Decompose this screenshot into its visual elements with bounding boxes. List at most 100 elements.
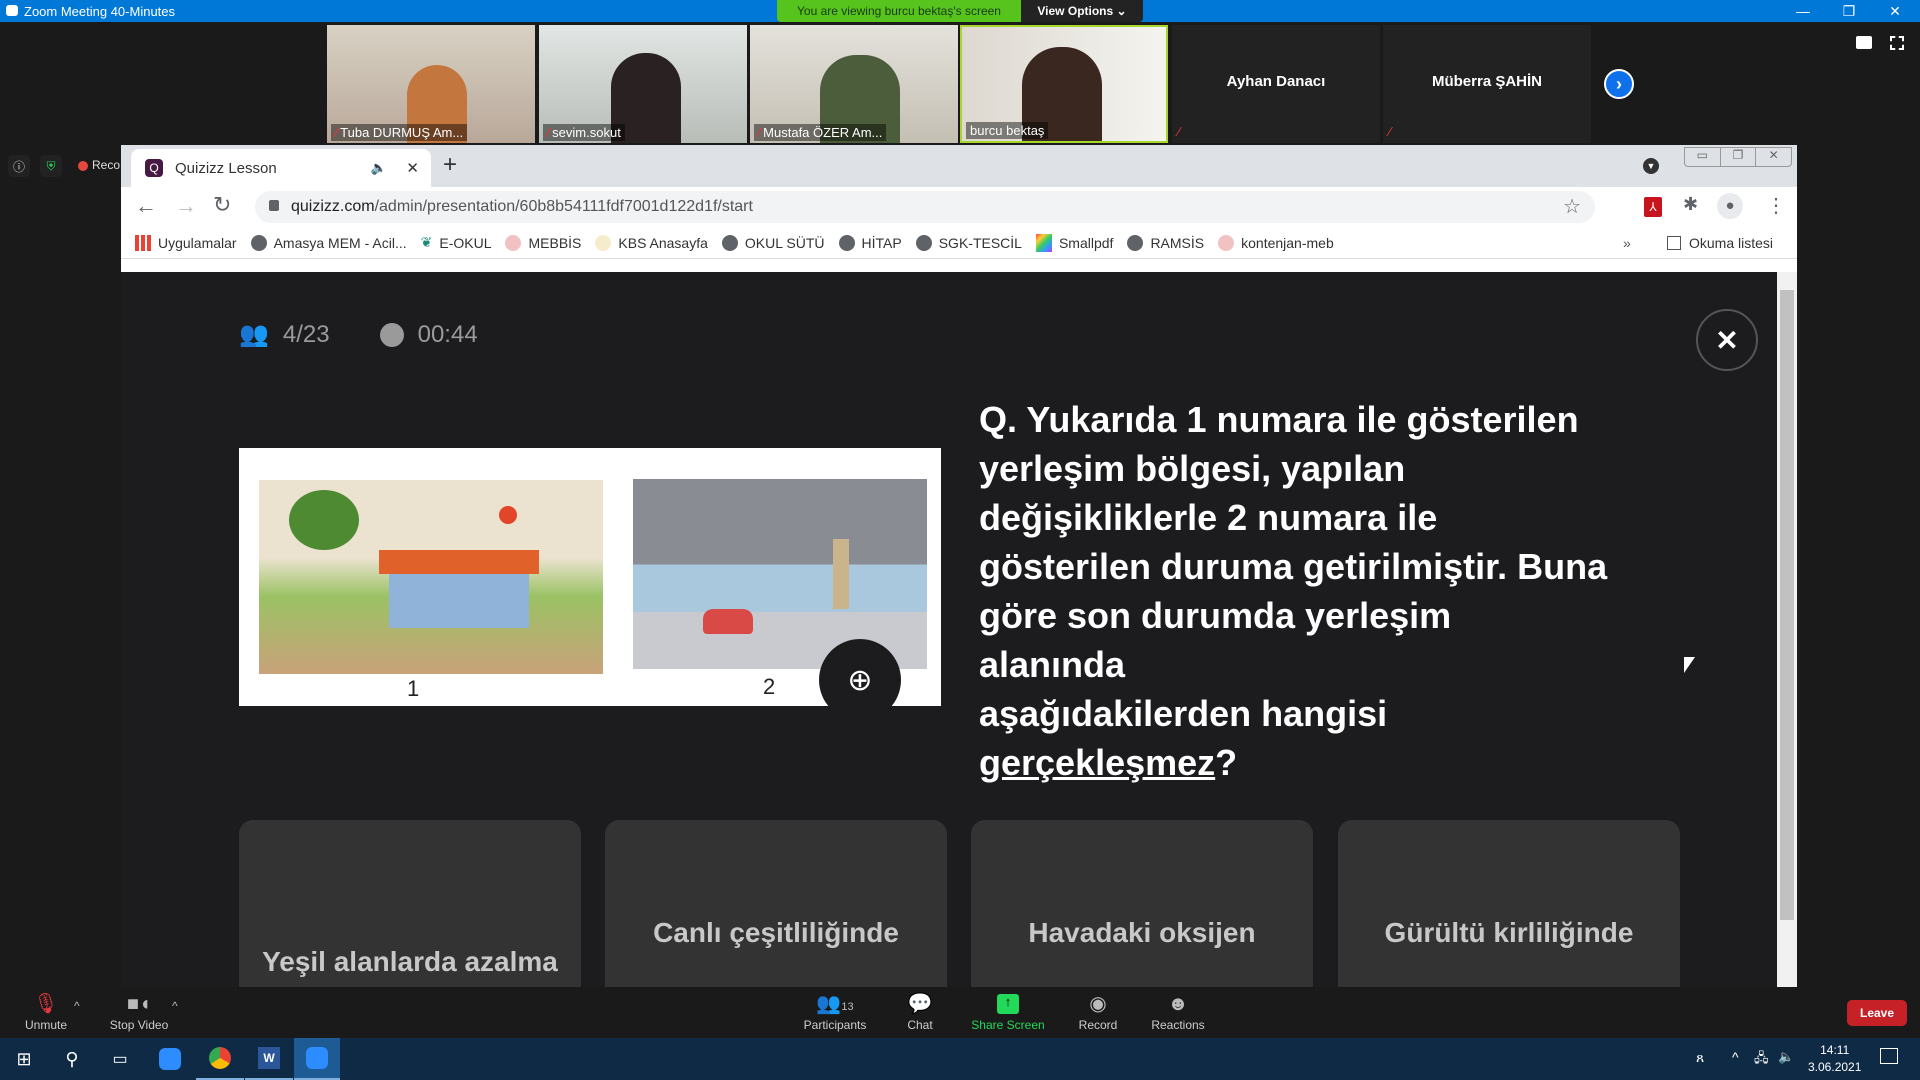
browser-menu-icon[interactable]: ⋮ (1766, 193, 1786, 218)
unmute-button[interactable]: 🎙 Unmute (18, 987, 74, 1038)
bookmark-item[interactable]: KBS Anasayfa (595, 234, 708, 251)
rural-settlement-image (259, 480, 603, 674)
scrollbar-thumb[interactable] (1780, 290, 1794, 920)
bookmark-label: kontenjan-meb (1241, 234, 1334, 251)
tab-audio-icon[interactable]: 🔈 (371, 160, 387, 176)
video-tile[interactable]: ⁄ sevim.sokut (539, 25, 747, 143)
clock-time: 14:11 (1820, 1043, 1850, 1057)
mouse-cursor (1684, 657, 1695, 673)
stop-video-button[interactable]: ■◖ Stop Video (104, 987, 174, 1038)
more-bookmarks-button[interactable]: » (1623, 235, 1631, 251)
reload-button[interactable]: ↻ (213, 192, 231, 218)
search-button[interactable]: ⚲ (48, 1038, 96, 1080)
participant-name: Tuba DURMUŞ Am... (340, 125, 464, 140)
page-scrollbar[interactable] (1777, 272, 1797, 987)
window-title: Zoom Meeting 40-Minutes (24, 4, 176, 19)
stop-video-label: Stop Video (109, 1018, 169, 1032)
bookmark-item[interactable]: SGK-TESCİL (915, 234, 1022, 251)
video-tile[interactable]: ⁄ Tuba DURMUŞ Am... (327, 25, 535, 143)
share-screen-label: Share Screen (971, 1018, 1045, 1032)
task-view-button[interactable]: ▭ (96, 1038, 144, 1080)
fullscreen-icon[interactable] (1890, 36, 1904, 50)
tab-search-icon[interactable]: ▼ (1643, 158, 1659, 174)
network-icon[interactable]: 🖧 (1754, 1049, 1769, 1071)
security-shield-icon[interactable]: ⛨ (40, 155, 62, 177)
people-icon[interactable]: ጸ (1696, 1049, 1704, 1066)
answer-option-3[interactable]: Havadaki oksijen (971, 820, 1313, 987)
globe-icon (1127, 234, 1144, 251)
bookmark-item[interactable]: Smallpdf (1035, 233, 1113, 252)
reactions-smiley-icon: ☻ (1167, 993, 1189, 1015)
tab-quizizz-lesson[interactable]: Q Quizizz Lesson 🔈 ✕ (131, 149, 431, 187)
restore-button[interactable]: ❐ (1826, 0, 1872, 22)
notifications-icon[interactable] (1880, 1048, 1898, 1064)
bookmark-apps[interactable]: Uygulamalar (135, 234, 237, 251)
close-tab-icon[interactable]: ✕ (406, 159, 419, 177)
reading-list-label: Okuma listesi (1689, 234, 1774, 251)
bookmark-item[interactable]: OKUL SÜTÜ (721, 234, 825, 251)
show-hidden-icons-caret[interactable]: ^ (1732, 1049, 1739, 1065)
acrobat-extension-icon[interactable]: ⅄ (1644, 197, 1662, 217)
extensions-puzzle-icon[interactable]: ✱ (1683, 194, 1698, 215)
new-tab-button[interactable]: + (443, 151, 457, 179)
share-screen-button[interactable]: ↑ Share Screen (968, 987, 1048, 1038)
video-tile[interactable]: Müberra ŞAHİN ⁄ (1383, 25, 1591, 143)
quiz-stats: 👥 4/23 00:44 (239, 320, 478, 349)
answer-option-2[interactable]: Canlı çeşitliliğinde (605, 820, 947, 987)
reactions-button[interactable]: ☻ Reactions (1146, 987, 1210, 1038)
taskbar-zoom-app[interactable] (146, 1038, 194, 1080)
taskbar-zoom-meeting[interactable] (294, 1038, 340, 1080)
minimize-button[interactable]: ▭ (1685, 148, 1720, 166)
answer-option-1[interactable]: Yeşil alanlarda azalma (239, 820, 581, 987)
clock[interactable]: 14:11 3.06.2021 (1808, 1042, 1861, 1076)
forward-button[interactable]: → (175, 193, 197, 219)
record-label: Record (1078, 1018, 1118, 1032)
reading-list-button[interactable]: Okuma listesi (1667, 235, 1773, 251)
next-page-button[interactable]: › (1604, 69, 1634, 99)
address-bar[interactable]: quizizz.com/admin/presentation/60b8b5411… (255, 191, 1595, 223)
bookmark-star-icon[interactable]: ☆ (1563, 194, 1581, 219)
bookmark-item[interactable]: HİTAP (838, 234, 902, 251)
start-button[interactable]: ⊞ (0, 1038, 48, 1080)
bookmark-item[interactable]: RAMSİS (1127, 234, 1204, 251)
zoom-app-icon (306, 1047, 328, 1069)
apps-grid-icon (135, 234, 151, 251)
volume-icon[interactable]: 🔈 (1778, 1049, 1794, 1065)
bookmark-label: KBS Anasayfa (618, 234, 708, 251)
bookmark-item[interactable]: Amasya MEM - Acil... (250, 234, 407, 251)
close-window-button[interactable]: ✕ (1872, 0, 1918, 22)
back-button[interactable]: ← (135, 193, 157, 219)
participant-name: Ayhan Danacı (1226, 73, 1326, 90)
bookmarks-bar: Uygulamalar Amasya MEM - Acil... ❦ E-OKUL… (121, 227, 1797, 259)
zoom-image-button[interactable]: ⊕ (819, 639, 901, 721)
question-line: değişikliklerle 2 numara ile (979, 497, 1438, 538)
chat-button[interactable]: 💬 Chat (895, 987, 945, 1038)
minimize-button[interactable]: — (1780, 0, 1826, 22)
leave-meeting-button[interactable]: Leave (1847, 1000, 1907, 1026)
video-tile-active-speaker[interactable]: burcu bektaş (960, 25, 1168, 143)
close-icon: ✕ (1715, 324, 1739, 356)
taskbar-chrome-app[interactable] (196, 1038, 244, 1080)
bookmark-item[interactable]: kontenjan-meb (1218, 234, 1334, 251)
quiz-page: 👥 4/23 00:44 ✕ 1 2 ⊕ Q. Yukarıda 1 numar (121, 272, 1777, 987)
layout-toggle-icon[interactable] (1856, 36, 1872, 49)
video-options-caret[interactable]: ^ (172, 999, 178, 1013)
meeting-info-icon[interactable]: ⓘ (8, 155, 30, 177)
restore-button[interactable]: ❐ (1719, 148, 1756, 166)
bookmark-label: E-OKUL (439, 234, 492, 251)
taskbar-word-app[interactable]: W (245, 1038, 293, 1080)
chat-label: Chat (907, 1018, 933, 1032)
answer-option-4[interactable]: Gürültü kirliliğinde (1338, 820, 1680, 987)
bookmark-item[interactable]: ❦ E-OKUL (421, 234, 492, 251)
participants-button[interactable]: 👥13 Participants (800, 987, 870, 1038)
close-window-button[interactable]: ✕ (1755, 148, 1791, 166)
view-options-button[interactable]: View Options ⌄ (1021, 0, 1143, 22)
close-quiz-button[interactable]: ✕ (1696, 309, 1758, 371)
profile-avatar-icon[interactable]: ● (1717, 193, 1743, 219)
bookmark-item[interactable]: MEBBİS (505, 234, 581, 251)
video-tile[interactable]: Ayhan Danacı ⁄ (1172, 25, 1380, 143)
audio-options-caret[interactable]: ^ (74, 999, 80, 1013)
chevron-right-icon: › (1616, 73, 1622, 94)
record-button[interactable]: ◉ Record (1070, 987, 1126, 1038)
video-tile[interactable]: ⁄ Mustafa ÖZER Am... (750, 25, 958, 143)
